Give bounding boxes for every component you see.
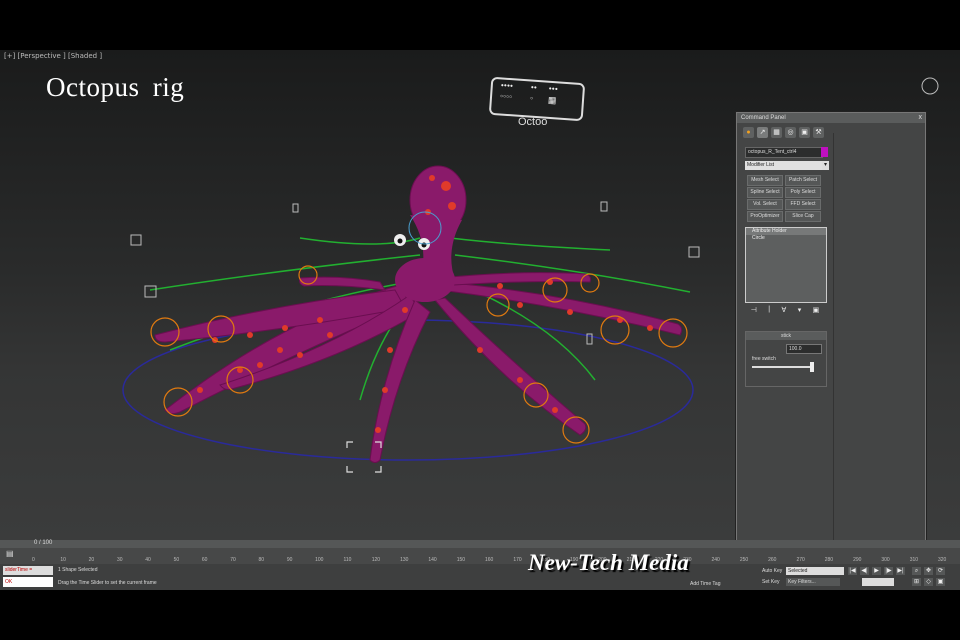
object-color-swatch[interactable] xyxy=(821,147,828,157)
watermark: New-Tech Media xyxy=(528,550,689,575)
controller-name: Octoo xyxy=(518,116,548,128)
key-filters-button[interactable]: Key Filters... xyxy=(786,578,840,586)
timeline-tick-label: 120 xyxy=(371,557,381,563)
command-panel[interactable]: Command Panel x ● ↗ ▦ ◎ ▣ ⚒ octopus_R_Te… xyxy=(736,112,926,540)
slider-handle[interactable] xyxy=(810,362,814,372)
mesh-select-button[interactable]: Mesh Select xyxy=(747,175,783,186)
utilities-tab-icon[interactable]: ⚒ xyxy=(813,127,824,138)
key-mode-select[interactable]: Selected xyxy=(786,567,844,575)
pin-stack-icon[interactable]: ⊣ xyxy=(751,306,757,318)
make-unique-icon[interactable]: ∀ xyxy=(781,306,786,318)
rollout-title[interactable]: stick xyxy=(746,332,826,340)
field-of-view-icon[interactable]: ◇ xyxy=(924,578,933,586)
letterbox-bottom xyxy=(0,590,960,640)
timeline-tick-label: 130 xyxy=(400,557,409,563)
timeline-tick-label: 90 xyxy=(286,557,293,563)
free-switch-label: free switch xyxy=(752,356,776,362)
hierarchy-tab-icon[interactable]: ▦ xyxy=(771,127,782,138)
timeline-tick-label: 170 xyxy=(513,557,522,563)
chevron-down-icon[interactable]: ▾ xyxy=(822,161,829,170)
selection-status: 1 Shape Selected xyxy=(58,567,98,573)
stack-item-circle[interactable]: Circle xyxy=(746,235,826,242)
modifier-stack[interactable]: Attribute Holder Circle xyxy=(745,227,827,303)
set-key-button[interactable]: Set Key xyxy=(762,579,780,585)
poly-select-button[interactable]: Poly Select xyxy=(785,187,821,198)
show-end-result-icon[interactable]: | xyxy=(768,306,770,318)
time-slider[interactable] xyxy=(0,540,960,548)
maxscript-listener-top[interactable]: sliderTime = xyxy=(3,566,53,575)
timeline-tick-label: 80 xyxy=(258,557,265,563)
command-panel-title: Command Panel xyxy=(741,115,786,121)
trackbar[interactable] xyxy=(0,548,960,564)
display-tab-icon[interactable]: ▣ xyxy=(799,127,810,138)
timeline-tick-label: 260 xyxy=(768,557,777,563)
zoom-icon[interactable]: ⌕ xyxy=(912,567,921,575)
create-tab-icon[interactable]: ● xyxy=(743,127,754,138)
prompt-line: Drag the Time Slider to set the current … xyxy=(58,580,157,586)
stick-rollout: stick 100.0 free switch xyxy=(745,331,827,387)
stack-item-attribute-holder[interactable]: Attribute Holder xyxy=(746,228,826,235)
motion-tab-icon[interactable]: ◎ xyxy=(785,127,796,138)
timeline-tick-label: 30 xyxy=(116,557,123,563)
timeline-tick-label: 40 xyxy=(145,557,151,563)
add-time-tag[interactable]: Add Time Tag xyxy=(690,581,720,587)
timeline-tick-label: 320 xyxy=(938,557,947,563)
timeline-tick-label: 160 xyxy=(485,557,494,563)
configure-sets-icon[interactable]: ▣ xyxy=(813,306,820,318)
slice-cap-button[interactable]: Slice Cap xyxy=(785,211,821,222)
stick-value-field[interactable]: 100.0 xyxy=(786,344,822,354)
auto-key-button[interactable]: Auto Key xyxy=(762,568,782,574)
viewcube-icon xyxy=(921,77,939,95)
maximize-viewport-icon[interactable]: ▣ xyxy=(936,578,945,586)
maxscript-listener-bottom[interactable]: OK xyxy=(3,577,53,587)
close-icon[interactable]: x xyxy=(919,113,923,123)
ffd-select-button[interactable]: FFD Select xyxy=(785,199,821,210)
modify-tab-icon[interactable]: ↗ xyxy=(757,127,768,138)
command-panel-titlebar[interactable]: Command Panel x xyxy=(737,113,925,123)
timeline-tick-label: 10 xyxy=(60,557,66,563)
timeline-tick-label: 280 xyxy=(824,557,834,563)
letterbox-top xyxy=(0,0,960,50)
timeline-tick-label: 70 xyxy=(230,557,236,563)
play-icon[interactable]: ▶ xyxy=(872,567,881,575)
modifier-list-dropdown[interactable]: Modifier List xyxy=(745,161,822,170)
prooptimizer-button[interactable]: ProOptimizer xyxy=(747,211,783,222)
previous-frame-icon[interactable]: ◀| xyxy=(860,567,869,575)
free-switch-slider[interactable] xyxy=(752,366,812,368)
timeline-tick-label: 60 xyxy=(201,557,208,563)
time-slider-position: 0 / 100 xyxy=(34,540,53,546)
timeline-tick-label: 100 xyxy=(315,557,324,563)
timeline-tick-label: 0 xyxy=(32,557,35,563)
timeline-tick-label: 290 xyxy=(853,557,862,563)
next-frame-icon[interactable]: |▶ xyxy=(884,567,893,575)
stack-toolbar: ⊣ | ∀ ▾ ▣ xyxy=(745,306,825,318)
mini-curve-editor-icon[interactable]: ▤ xyxy=(6,549,14,558)
go-to-start-icon[interactable]: |◀ xyxy=(848,567,857,575)
object-name-field[interactable]: octopus_R_Tent_ctrl4 xyxy=(745,147,823,158)
vol-select-button[interactable]: Vol. Select xyxy=(747,199,783,210)
timeline-tick-label: 300 xyxy=(881,557,890,563)
zoom-all-icon[interactable]: ⊞ xyxy=(912,578,921,586)
perspective-viewport[interactable]: [+] [Perspective ] [Shaded ] Octopus rig xyxy=(0,50,960,540)
timeline-tick-label: 150 xyxy=(456,557,466,563)
timeline-tick-label: 20 xyxy=(88,557,95,563)
command-panel-tabs: ● ↗ ▦ ◎ ▣ ⚒ xyxy=(737,123,925,143)
facial-control-panel[interactable]: ●●●● ●● ●●● ○○○○ ○ ▦ xyxy=(488,76,586,122)
current-frame-field[interactable] xyxy=(862,578,894,586)
timeline-tick-label: 140 xyxy=(428,557,437,563)
timeline-tick-label: 240 xyxy=(711,557,720,563)
go-to-end-icon[interactable]: ▶| xyxy=(896,567,905,575)
spline-select-button[interactable]: Spline Select xyxy=(747,187,783,198)
timeline-tick-label: 50 xyxy=(173,557,180,563)
timeline-tick-label: 250 xyxy=(739,557,749,563)
panel-divider xyxy=(833,133,834,540)
timeline-tick-label: 270 xyxy=(796,557,805,563)
octopus-body xyxy=(395,258,455,302)
timeline-tick-label: 310 xyxy=(909,557,919,563)
patch-select-button[interactable]: Patch Select xyxy=(785,175,821,186)
orbit-icon[interactable]: ⟳ xyxy=(936,567,945,575)
remove-modifier-icon[interactable]: ▾ xyxy=(798,306,802,318)
pan-icon[interactable]: ✥ xyxy=(924,567,933,575)
timeline-tick-label: 110 xyxy=(343,557,352,563)
